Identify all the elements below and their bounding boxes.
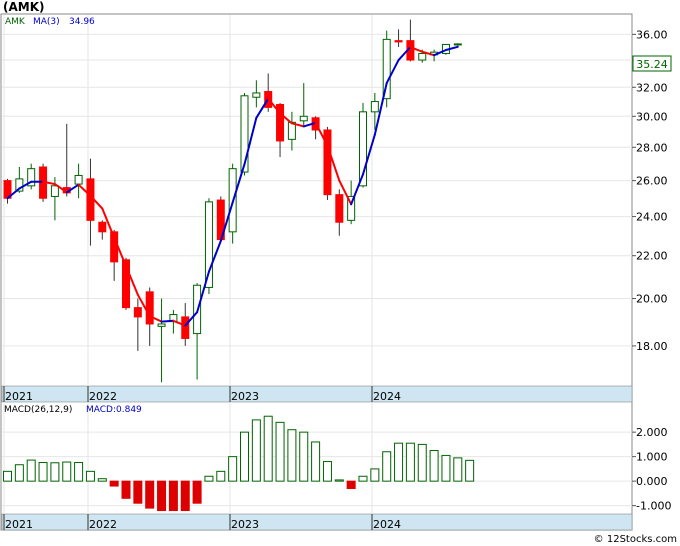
candle-up (370, 101, 379, 113)
macd-bar-positive (299, 431, 309, 482)
candle-up (50, 185, 59, 197)
macd-bar-positive (204, 475, 214, 482)
macd-y-tick-label: 2.000 (636, 426, 668, 439)
macd-bar-positive (394, 442, 404, 482)
macd-bar-positive (14, 464, 24, 482)
candle-up (74, 174, 83, 185)
macd-bar-positive (50, 462, 60, 482)
legend-ma-label: MA(3) (33, 17, 60, 27)
macd-bar-positive (334, 479, 344, 482)
candle-down (98, 221, 107, 233)
macd-bar-positive (287, 429, 297, 482)
macd-x-tick-label: 2021 (5, 518, 33, 531)
macd-bar-positive (74, 462, 84, 482)
candle-up (252, 92, 261, 98)
macd-bar-positive (465, 459, 475, 482)
price-y-tick-label: 18.00 (636, 340, 668, 353)
macd-bar-positive (251, 419, 261, 482)
macd-y-tick-label: 1.000 (636, 451, 668, 464)
macd-bar-negative (121, 480, 131, 499)
chart-title: (AMK) (3, 0, 45, 14)
price-y-tick-label: 30.00 (636, 110, 668, 123)
candle-down (335, 194, 344, 223)
macd-bar-negative (133, 480, 143, 504)
candle-up (453, 43, 462, 46)
macd-x-tick-label: 2023 (231, 518, 259, 531)
macd-bar-negative (145, 480, 155, 509)
macd-bar-positive (453, 457, 463, 482)
last-price-label: 35.24 (636, 58, 668, 71)
price-x-tick-label: 2022 (89, 390, 117, 403)
price-x-tick-label: 2023 (231, 390, 259, 403)
macd-bar-positive (228, 456, 238, 482)
candle-down (145, 291, 154, 325)
macd-y-axis: -1.000 0.000 1.000 2.000 (632, 426, 671, 513)
macd-bar-positive (429, 450, 439, 482)
macd-bar-positive (62, 461, 72, 482)
price-panel-frame (0, 13, 633, 403)
macd-bar-negative (180, 480, 190, 512)
price-y-tick-label: 36.00 (636, 28, 668, 41)
macd-bar-negative (192, 480, 202, 504)
stock-chart: 18.00 20.00 22.00 24.00 26.00 28.00 30.00 32.00… (0, 0, 677, 545)
price-x-tick-label: 2021 (5, 390, 33, 403)
macd-y-tick-label: 0.000 (636, 475, 668, 488)
macd-y-tick-label: -1.000 (636, 500, 671, 513)
macd-bar-positive (216, 470, 226, 482)
candle-down (133, 307, 142, 318)
price-y-tick-label: 26.00 (636, 175, 668, 188)
macd-bar-negative (168, 480, 178, 512)
macd-bar-positive (3, 470, 12, 482)
macd-bar-positive (441, 454, 451, 482)
price-y-tick-label: 20.00 (636, 293, 668, 306)
macd-bar-positive (382, 451, 392, 482)
macd-bar-positive (405, 442, 415, 482)
macd-x-tick-label: 2022 (89, 518, 117, 531)
macd-bar-negative (109, 480, 119, 487)
macd-x-tick-label: 2024 (373, 518, 401, 531)
price-y-tick-label: 32.00 (636, 81, 668, 94)
candle-up (157, 323, 166, 327)
candle-down (394, 40, 403, 43)
candle-down (181, 316, 190, 339)
price-y-tick-label: 22.00 (636, 250, 668, 263)
legend-ma-value: 34.96 (69, 17, 95, 27)
legend-ticker: AMK (5, 17, 26, 27)
price-y-tick-label: 24.00 (636, 211, 668, 224)
macd-bar-positive (240, 431, 249, 482)
macd-bar-positive (417, 443, 427, 482)
price-y-axis: 18.00 20.00 22.00 24.00 26.00 28.00 30.00 32.00… (632, 28, 668, 353)
macd-bar-positive (38, 462, 48, 482)
macd-bar-positive (263, 415, 273, 482)
macd-bar-positive (85, 470, 95, 482)
candle-up (418, 52, 427, 61)
macd-bar-negative (157, 480, 167, 512)
macd-bar-positive (275, 421, 285, 482)
macd-bar-positive (26, 459, 36, 482)
price-y-tick-label: 28.00 (636, 141, 668, 154)
candle-up (299, 115, 308, 122)
macd-legend-label: MACD(26,12,9) (4, 405, 72, 415)
macd-bar-negative (346, 480, 356, 489)
macd-bar-positive (97, 478, 107, 482)
macd-bar-positive (311, 441, 321, 482)
price-x-tick-label: 2024 (373, 390, 401, 403)
ma-segment (160, 319, 175, 323)
macd-bar-positive (370, 468, 380, 482)
macd-bar-positive (358, 475, 368, 482)
watermark: © 12Stocks.com (594, 534, 677, 545)
macd-legend-value: MACD:0.849 (86, 405, 142, 415)
macd-bar-positive (322, 461, 332, 482)
